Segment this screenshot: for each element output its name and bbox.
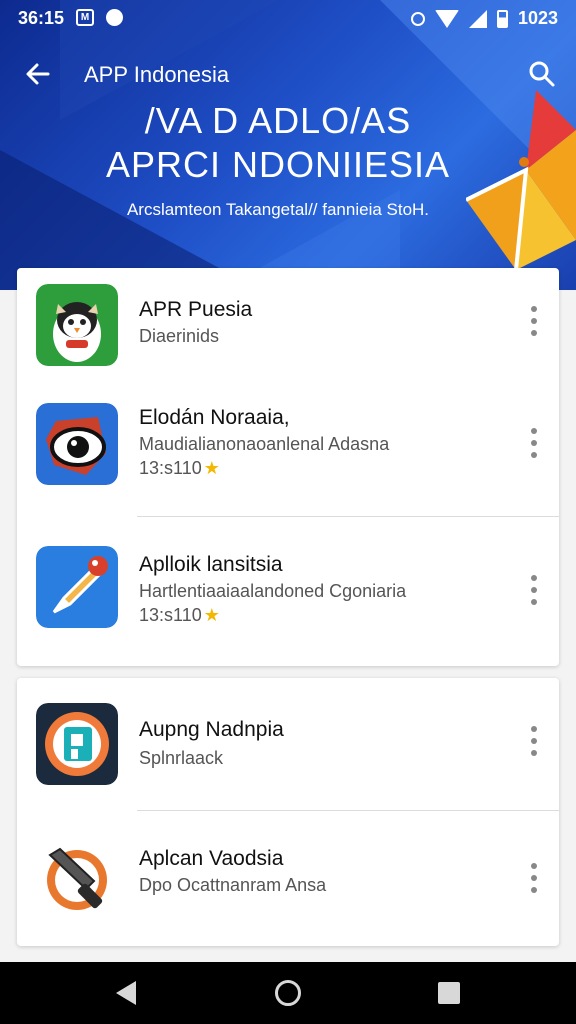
app-meta-text: 13:s110	[139, 605, 202, 625]
more-options-icon[interactable]	[529, 306, 539, 336]
star-icon: ★	[203, 458, 220, 478]
status-bar: 36:15 M 1023	[0, 0, 576, 36]
app-name: Aplcan Vaodsia	[139, 847, 284, 870]
app-description: Maudialianonaoanlenal Adasna	[139, 434, 390, 454]
hero-title-line2: APRCI NDONIIESIA	[105, 144, 451, 185]
notification-icon: M	[76, 9, 94, 26]
nav-home-icon[interactable]	[275, 980, 301, 1006]
star-icon: ★	[203, 605, 220, 625]
app-toolbar: APP Indonesia	[0, 50, 576, 98]
list-item[interactable]: APR Puesia Diaerinids	[17, 268, 559, 390]
app-description: Hartlentiaaiaalandoned Cgoniaria	[139, 581, 407, 601]
hero-subtitle: Arcslamteon Takangetal// fannieia StoH.	[126, 200, 430, 219]
page-title: APP Indonesia	[84, 62, 230, 87]
alarm-icon	[410, 11, 425, 26]
list-item[interactable]: Aplcan Vaodsia Dpo Ocattnanram Ansa	[17, 811, 559, 945]
app-meta: 13:s110 ★	[139, 605, 220, 626]
sync-icon	[106, 9, 123, 26]
system-nav-bar	[0, 962, 576, 1024]
more-options-icon[interactable]	[529, 863, 539, 893]
list-item[interactable]: Aplloik lansitsia Hartlentiaaiaalandoned…	[17, 517, 559, 665]
eye-mascot-icon	[36, 403, 118, 485]
status-right-text: 1023	[517, 8, 558, 28]
app-name: APR Puesia	[139, 298, 253, 321]
app-name: Aplloik lansitsia	[139, 553, 283, 576]
pen-tool-icon	[36, 546, 118, 628]
list-item[interactable]: Aupng Nadnpia Splnrlaack	[17, 678, 559, 810]
battery-icon	[496, 9, 508, 28]
app-list-card: Aupng Nadnpia Splnrlaack Aplcan Vaodsia …	[17, 678, 559, 946]
app-description: Diaerinids	[139, 326, 220, 346]
hero-text: /VA D ADLO/AS APRCI NDONIIESIA Arcslamte…	[0, 100, 576, 220]
more-options-icon[interactable]	[529, 428, 539, 458]
hero-title-line1: /VA D ADLO/AS	[144, 100, 412, 141]
more-options-icon[interactable]	[529, 575, 539, 605]
app-meta: 13:s110 ★	[139, 458, 220, 479]
app-name: Elodán Noraaia,	[139, 406, 290, 429]
status-time: 36:15	[18, 8, 65, 28]
search-icon[interactable]	[526, 58, 558, 90]
header-banner: 36:15 M 1023 APP Indonesia /VA D ADLO/AS…	[0, 0, 576, 290]
p-logo-icon	[36, 703, 118, 785]
app-list-card: APR Puesia Diaerinids Elodán Noraaia, Ma…	[17, 268, 559, 666]
app-meta-text: 13:s110	[139, 458, 202, 478]
signal-icon	[468, 9, 487, 28]
list-item[interactable]: Elodán Noraaia, Maudialianonaoanlenal Ad…	[17, 390, 559, 516]
penguin-mascot-icon	[36, 284, 118, 366]
back-arrow-icon[interactable]	[22, 58, 54, 90]
knife-tool-icon	[36, 839, 118, 921]
app-name: Aupng Nadnpia	[139, 718, 284, 741]
wifi-icon	[434, 9, 459, 28]
nav-recents-icon[interactable]	[438, 982, 460, 1004]
app-description: Dpo Ocattnanram Ansa	[139, 875, 327, 895]
more-options-icon[interactable]	[529, 726, 539, 756]
nav-back-icon[interactable]	[116, 981, 136, 1005]
app-description: Splnrlaack	[139, 748, 224, 768]
